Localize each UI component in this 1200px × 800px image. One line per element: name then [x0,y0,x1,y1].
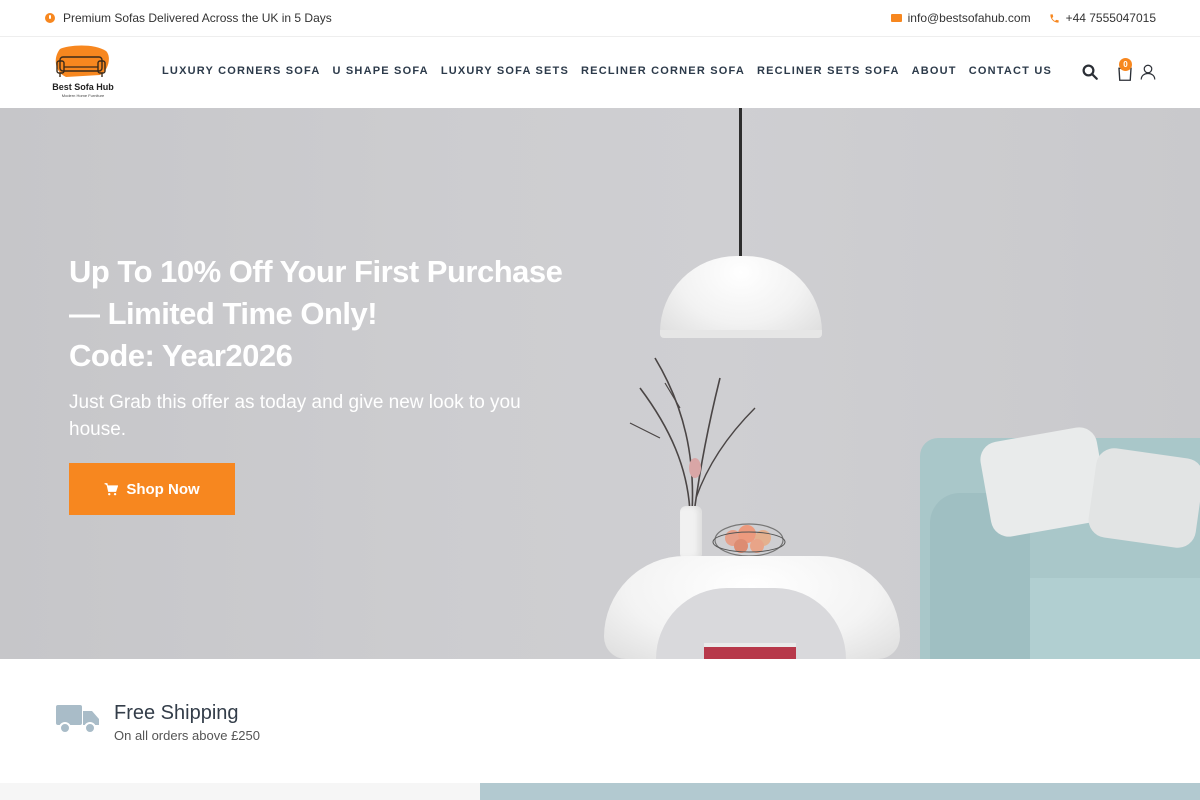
vase [680,506,702,558]
section-bottom-right [480,783,1200,800]
hero-title-line: Up To 10% Off Your First Purchase [69,254,563,289]
features-strip: Free Shipping On all orders above £250 [0,659,1200,783]
phone-link[interactable]: +44 7555047015 [1049,11,1156,25]
cart-button[interactable]: 0 [1114,58,1136,83]
lamp-cord [739,108,742,256]
pendant-lamp [660,256,822,338]
account-button[interactable] [1138,61,1158,83]
nav-luxury-sofa-sets[interactable]: LUXURY SOFA SETS [435,65,575,77]
shop-now-button[interactable]: Shop Now [69,463,235,515]
announcement: Premium Sofas Delivered Across the UK in… [45,11,332,25]
hero-title-line: — Limited Time Only! [69,296,378,331]
user-icon [1140,64,1156,80]
announcement-text: Premium Sofas Delivered Across the UK in… [63,11,332,25]
logo[interactable]: Best Sofa Hub Modern Home Furniture [46,45,120,101]
search-button[interactable] [1080,61,1100,83]
feature-text-block: Free Shipping On all orders above £250 [114,701,260,743]
phone-text: +44 7555047015 [1065,11,1156,25]
truck-icon [56,705,99,734]
mail-icon [890,14,902,22]
search-icon [1082,64,1098,80]
feature-description: On all orders above £250 [114,728,260,743]
nav-about[interactable]: ABOUT [906,65,963,77]
contact-info: info@bestsofahub.com +44 7555047015 [890,11,1156,25]
top-bar: Premium Sofas Delivered Across the UK in… [0,0,1200,37]
hero-subtitle: Just Grab this offer as today and give n… [69,392,521,440]
logo-subtitle: Modern Home Furniture [61,93,105,98]
email-link[interactable]: info@bestsofahub.com [890,11,1031,25]
branch-decoration [629,357,756,514]
cart-count-badge: 0 [1119,58,1132,71]
email-text: info@bestsofahub.com [907,11,1031,25]
hero-title-line: Code: Year2026 [69,338,293,373]
section-bottom-left [0,783,480,800]
feature-title: Free Shipping [114,702,239,724]
logo-title: Best Sofa Hub [52,82,114,92]
header-actions: 0 [1080,58,1158,83]
main-nav: LUXURY CORNERS SOFA U SHAPE SOFA LUXURY … [156,65,1058,77]
nav-recliner-corner-sofa[interactable]: RECLINER CORNER SOFA [575,65,751,77]
info-icon [45,13,55,23]
hero-banner: Up To 10% Off Your First Purchase — Limi… [0,108,1200,659]
sofa-seat [1020,578,1200,659]
nav-luxury-corners-sofa[interactable]: LUXURY CORNERS SOFA [156,65,327,77]
free-shipping-feature: Free Shipping On all orders above £250 [56,701,260,743]
logo-sofa-icon [55,45,109,77]
pillow [1086,445,1200,551]
main-header: Best Sofa Hub Modern Home Furniture LUXU… [0,37,1200,108]
phone-icon [1049,13,1060,24]
nav-contact-us[interactable]: CONTACT US [963,65,1058,77]
cart-icon [104,482,119,495]
nav-u-shape-sofa[interactable]: U SHAPE SOFA [327,65,435,77]
lamp-rim [660,330,822,338]
books [704,643,796,659]
fruit-bowl [712,523,786,557]
hero-title: Up To 10% Off Your First Purchase — Limi… [69,251,589,377]
nav-recliner-sets-sofa[interactable]: RECLINER SETS SOFA [751,65,906,77]
shop-now-label: Shop Now [126,480,200,498]
hero-content: Up To 10% Off Your First Purchase — Limi… [69,251,589,515]
